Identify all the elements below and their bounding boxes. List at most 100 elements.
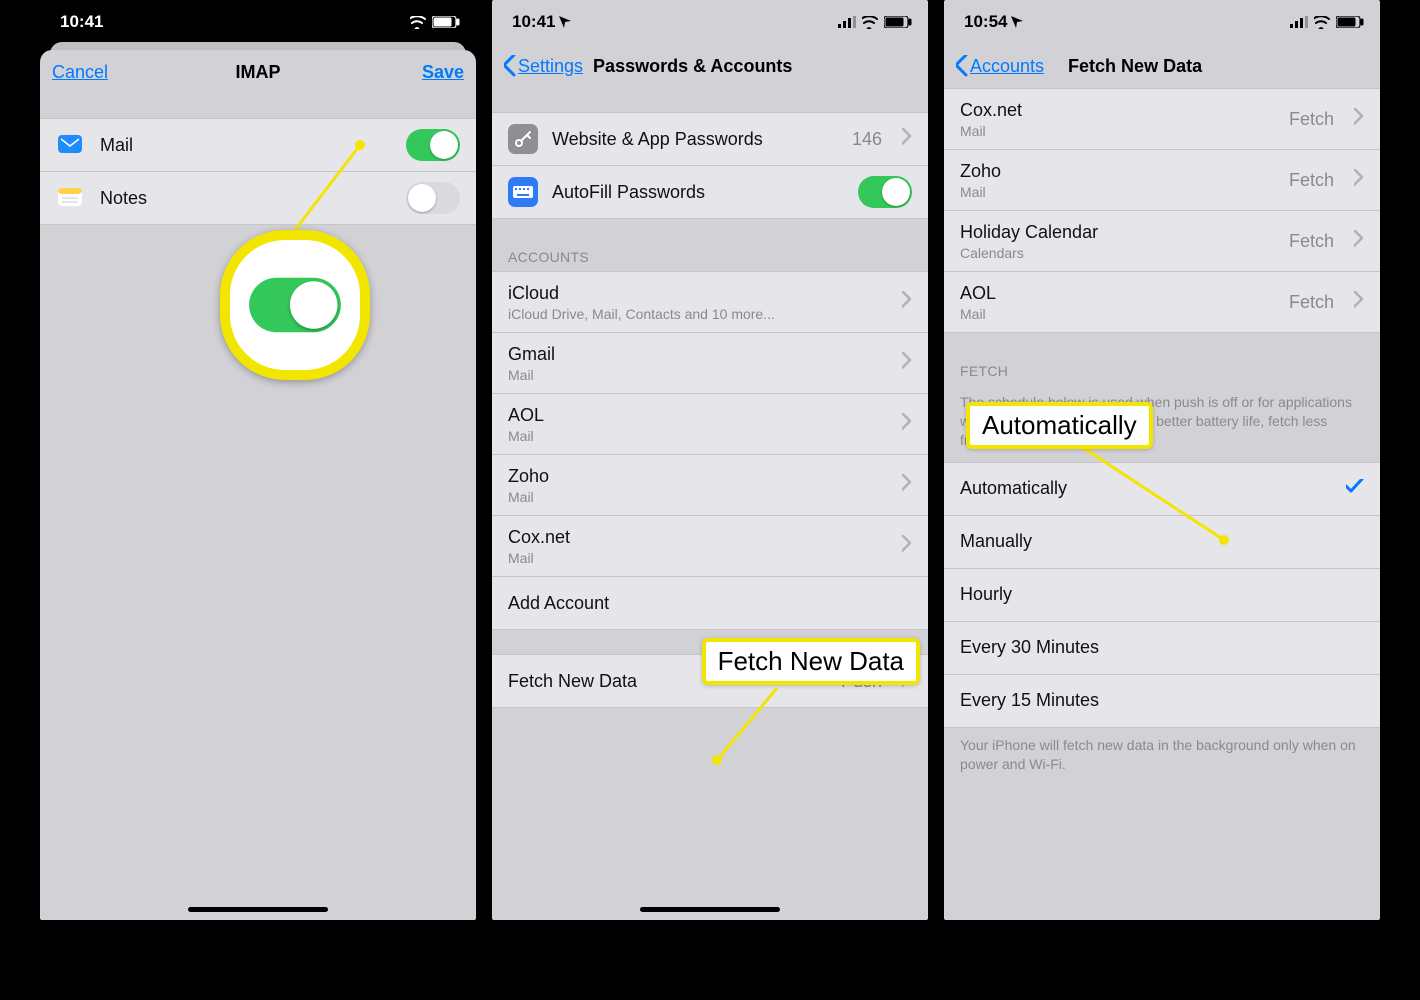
chevron-right-icon — [902, 352, 912, 375]
page-title: Passwords & Accounts — [593, 56, 792, 77]
option-label: Automatically — [960, 478, 1332, 499]
status-bar: 10:54 — [944, 0, 1380, 44]
row-account-fetch[interactable]: AOL Mail Fetch — [944, 272, 1380, 333]
chevron-right-icon — [902, 128, 912, 151]
option-label: Manually — [960, 531, 1364, 552]
location-icon — [559, 16, 571, 28]
callout-fetch: Fetch New Data — [702, 638, 920, 685]
keyboard-icon — [508, 177, 538, 207]
account-fetch-mode: Fetch — [1289, 109, 1334, 130]
row-account[interactable]: AOL Mail — [492, 394, 928, 455]
row-fetch-option[interactable]: Hourly — [944, 569, 1380, 622]
row-website-passwords[interactable]: Website & App Passwords 146 — [492, 112, 928, 166]
account-name: Cox.net — [508, 527, 888, 548]
account-fetch-mode: Fetch — [1289, 292, 1334, 313]
account-fetch-mode: Fetch — [1289, 170, 1334, 191]
account-name: AOL — [960, 283, 1275, 304]
row-fetch-option[interactable]: Automatically — [944, 462, 1380, 516]
back-settings[interactable]: Settings — [504, 55, 583, 77]
key-icon — [508, 124, 538, 154]
autofill-toggle[interactable] — [858, 176, 912, 208]
location-icon — [107, 16, 119, 28]
back-label: Settings — [518, 56, 583, 77]
callout-toggle-ring — [220, 230, 370, 380]
account-fetch-mode: Fetch — [1289, 231, 1334, 252]
location-icon — [1011, 16, 1023, 28]
back-label: Accounts — [970, 56, 1044, 77]
account-sub: Mail — [508, 367, 888, 383]
option-label: Every 30 Minutes — [960, 637, 1364, 658]
row-account-fetch[interactable]: Holiday Calendar Calendars Fetch — [944, 211, 1380, 272]
row-notes-label: Notes — [100, 188, 392, 209]
chevron-right-icon — [902, 291, 912, 314]
status-time: 10:54 — [964, 12, 1007, 32]
account-name: iCloud — [508, 283, 888, 304]
phone-passwords-accounts: 10:41 Settings Passwords & Accounts Webs… — [492, 0, 928, 920]
row-autofill[interactable]: AutoFill Passwords — [492, 166, 928, 219]
nav-bar: Settings Passwords & Accounts — [492, 44, 928, 88]
chevron-right-icon — [1354, 291, 1364, 314]
phone-fetch-new-data: 10:54 Accounts Fetch New Data Cox.net Mai… — [944, 0, 1380, 920]
row-account[interactable]: iCloud iCloud Drive, Mail, Contacts and 1… — [492, 271, 928, 333]
account-sub: iCloud Drive, Mail, Contacts and 10 more… — [508, 306, 888, 322]
sheet-title: IMAP — [236, 62, 281, 83]
phone-imap-sheet: 10:41 Cancel IMAP Save Mail Notes — [40, 0, 476, 920]
row-add-account[interactable]: Add Account — [492, 577, 928, 630]
status-bar: 10:41 — [40, 0, 476, 44]
account-name: Cox.net — [960, 100, 1275, 121]
account-sub: Mail — [508, 550, 888, 566]
chevron-right-icon — [902, 413, 912, 436]
header-fetch: Fetch — [944, 357, 1380, 385]
callout-automatically: Automatically — [966, 402, 1153, 449]
account-name: Zoho — [508, 466, 888, 487]
account-sub: Mail — [508, 489, 888, 505]
status-time: 10:41 — [60, 12, 103, 32]
account-name: Zoho — [960, 161, 1275, 182]
row-account[interactable]: GmailMail — [492, 333, 928, 394]
account-sub: Mail — [960, 306, 1275, 322]
nav-bar: Accounts Fetch New Data — [944, 44, 1380, 88]
home-indicator[interactable] — [640, 907, 780, 912]
row-account-fetch[interactable]: Cox.net Mail Fetch — [944, 88, 1380, 150]
notes-icon — [56, 183, 86, 213]
checkmark-icon — [1346, 479, 1364, 498]
notes-toggle[interactable] — [406, 182, 460, 214]
sheet-nav: Cancel IMAP Save — [40, 50, 476, 94]
row-account-fetch[interactable]: Zoho Mail Fetch — [944, 150, 1380, 211]
mail-toggle[interactable] — [406, 129, 460, 161]
row-label: Website & App Passwords — [552, 129, 838, 150]
back-accounts[interactable]: Accounts — [956, 55, 1044, 77]
cancel-button[interactable]: Cancel — [52, 62, 108, 83]
row-fetch-option[interactable]: Every 30 Minutes — [944, 622, 1380, 675]
account-sub: Mail — [508, 428, 888, 444]
row-account[interactable]: Zoho Mail — [492, 455, 928, 516]
account-sub: Mail — [960, 123, 1275, 139]
home-indicator[interactable] — [188, 907, 328, 912]
chevron-right-icon — [1354, 108, 1364, 131]
account-name: Holiday Calendar — [960, 222, 1275, 243]
option-label: Every 15 Minutes — [960, 690, 1364, 711]
fetch-footer: Your iPhone will fetch new data in the b… — [944, 728, 1380, 786]
signal-icon — [386, 16, 404, 28]
account-sub: Calendars — [960, 245, 1275, 261]
row-mail[interactable]: Mail — [40, 118, 476, 172]
row-mail-label: Mail — [100, 135, 392, 156]
row-fetch-option[interactable]: Manually — [944, 516, 1380, 569]
save-button[interactable]: Save — [422, 62, 464, 83]
chevron-right-icon — [1354, 169, 1364, 192]
row-account[interactable]: Cox.net Mail — [492, 516, 928, 577]
chevron-right-icon — [902, 535, 912, 558]
row-value: 146 — [852, 129, 882, 150]
account-name: AOL — [508, 405, 888, 426]
mail-icon — [56, 130, 86, 160]
chevron-right-icon — [1354, 230, 1364, 253]
status-bar: 10:41 — [492, 0, 928, 44]
row-notes[interactable]: Notes — [40, 172, 476, 225]
chevron-right-icon — [902, 474, 912, 497]
status-time: 10:41 — [512, 12, 555, 32]
wifi-icon — [410, 16, 426, 29]
row-label: Add Account — [508, 593, 912, 614]
header-accounts: Accounts — [492, 243, 928, 271]
account-sub: Mail — [960, 184, 1275, 200]
row-fetch-option[interactable]: Every 15 Minutes — [944, 675, 1380, 728]
